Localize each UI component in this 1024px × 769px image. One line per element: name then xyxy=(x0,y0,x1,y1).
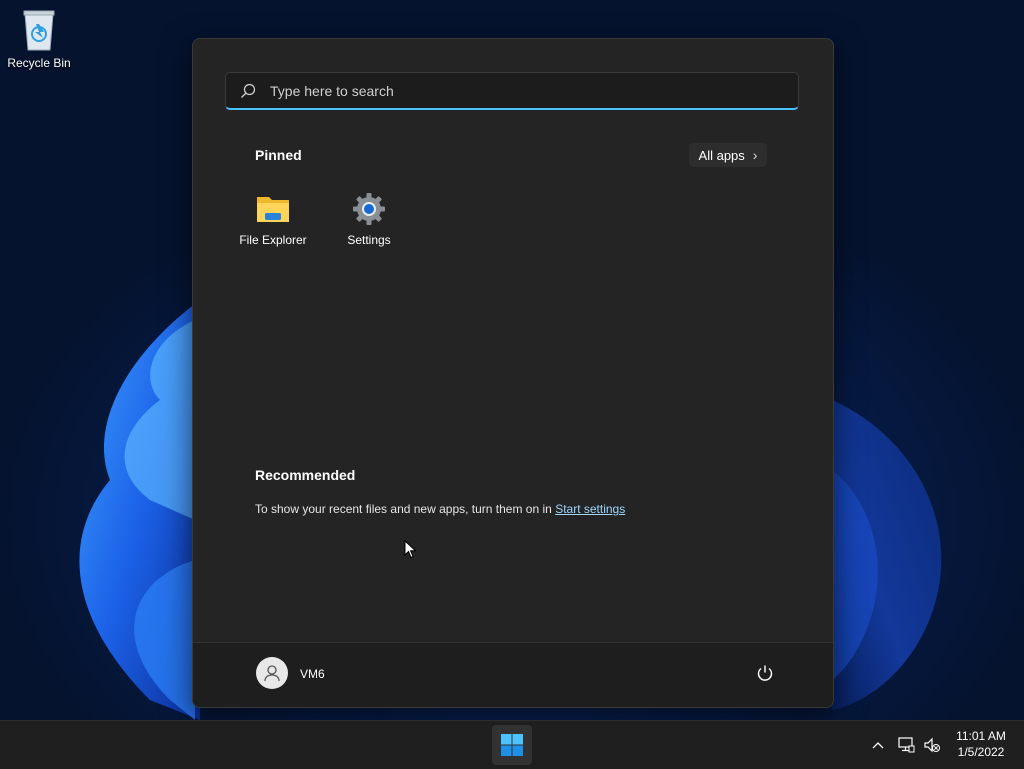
search-icon xyxy=(241,83,256,98)
recycle-bin-icon xyxy=(23,10,55,51)
recycle-bin-label: Recycle Bin xyxy=(7,56,71,70)
user-name[interactable]: VM6 xyxy=(300,667,325,681)
taskbar-clock[interactable]: 11:01 AM 1/5/2022 xyxy=(950,728,1012,760)
gear-icon xyxy=(353,193,385,225)
mouse-cursor-icon xyxy=(404,540,417,559)
taskbar: 11:01 AM 1/5/2022 xyxy=(0,720,1024,769)
start-button[interactable] xyxy=(492,725,532,765)
network-icon xyxy=(898,737,915,753)
power-button[interactable] xyxy=(753,661,777,685)
start-menu: Pinned All apps › File Explorer xyxy=(192,38,834,708)
start-footer: VM6 xyxy=(193,642,833,707)
clock-date: 1/5/2022 xyxy=(957,745,1005,759)
user-icon xyxy=(264,665,280,682)
app-label: File Explorer xyxy=(239,233,307,247)
all-apps-label: All apps xyxy=(698,147,745,163)
search-box[interactable] xyxy=(225,72,799,110)
recommended-message: To show your recent files and new apps, … xyxy=(255,502,625,516)
start-settings-link[interactable]: Start settings xyxy=(555,502,625,516)
volume-muted-icon xyxy=(924,737,940,753)
recycle-bin[interactable]: Recycle Bin xyxy=(4,6,74,70)
chevron-up-icon xyxy=(872,742,884,749)
clock-time: 11:01 AM xyxy=(956,729,1006,743)
app-label: Settings xyxy=(347,233,391,247)
all-apps-button[interactable]: All apps › xyxy=(689,143,767,167)
show-hidden-icons-button[interactable] xyxy=(868,735,888,755)
folder-icon xyxy=(257,197,289,222)
windows-logo-icon xyxy=(501,734,523,756)
power-icon xyxy=(757,665,773,681)
volume-button[interactable] xyxy=(922,735,942,755)
pinned-app-settings[interactable]: Settings xyxy=(321,187,417,249)
pinned-app-file-explorer[interactable]: File Explorer xyxy=(225,187,321,249)
network-button[interactable] xyxy=(896,735,916,755)
recommended-title: Recommended xyxy=(255,467,356,483)
pinned-title: Pinned xyxy=(255,147,302,163)
user-avatar[interactable] xyxy=(256,657,288,689)
chevron-right-icon: › xyxy=(752,147,758,163)
recommended-text: To show your recent files and new apps, … xyxy=(255,502,552,516)
search-input[interactable] xyxy=(268,81,798,100)
